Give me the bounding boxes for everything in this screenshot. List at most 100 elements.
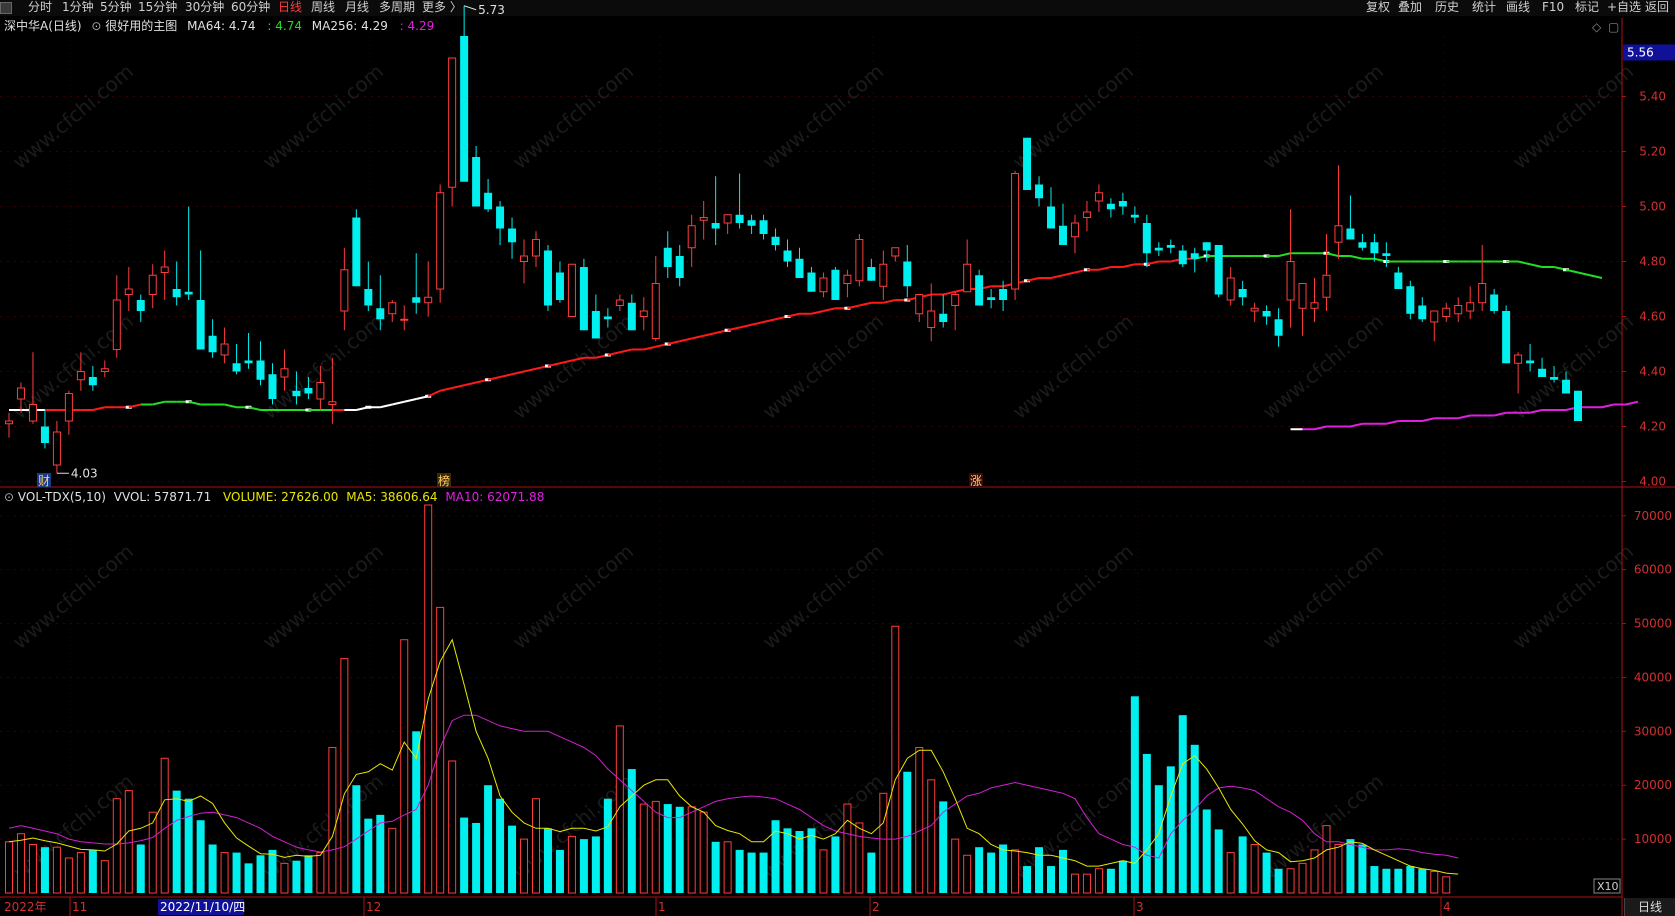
- candle-body-down: [543, 250, 552, 306]
- candle-body-down: [1382, 253, 1391, 256]
- volume-bar-down: [747, 852, 756, 893]
- ma64-segment: [1122, 263, 1136, 268]
- candle-body-down: [364, 289, 373, 306]
- candle-body-down: [1202, 242, 1211, 251]
- candle-body-up: [963, 263, 972, 293]
- bottom-period-tab[interactable]: 日线: [1624, 898, 1675, 916]
- candle-body-down: [1166, 245, 1175, 248]
- candle-body-down: [1238, 289, 1247, 298]
- volume-bar-down: [759, 852, 768, 893]
- stock-name[interactable]: 深中华A(日线): [4, 19, 82, 33]
- volume-bar-down: [831, 836, 840, 893]
- candle-body-up: [843, 274, 852, 284]
- volume-bar-up: [100, 860, 109, 894]
- diamond-icon: ◇: [1592, 20, 1602, 34]
- ma64-segment: [380, 403, 393, 409]
- event-marker: 榜: [438, 473, 450, 488]
- candle-body-up: [340, 269, 349, 312]
- volume-bar-down: [1190, 744, 1199, 893]
- ma64-segment: [1050, 274, 1064, 279]
- volume-bar-down: [807, 828, 816, 893]
- volume-bar-down: [1274, 868, 1283, 893]
- volume-bar-down: [795, 831, 804, 893]
- volume-bar-down: [40, 847, 49, 893]
- volume-bar-down: [711, 841, 720, 893]
- volume-bar-up: [615, 725, 624, 894]
- price-tick-label: 5.40: [1639, 90, 1666, 104]
- candle-body-up: [951, 294, 960, 306]
- volume-bar-up: [699, 811, 708, 894]
- volume-bar-up: [567, 835, 576, 894]
- candle-body-down: [1538, 368, 1547, 377]
- candle-body-up: [148, 274, 157, 295]
- vol-dropdown-icon[interactable]: ⊙: [4, 490, 14, 504]
- volume-bar-down: [508, 825, 517, 893]
- volume-bar-down: [472, 822, 481, 893]
- event-marker: 财: [38, 474, 50, 488]
- candle-body-up: [1442, 307, 1451, 317]
- ma64-segment: [427, 389, 441, 398]
- ma64-segment: [499, 373, 513, 378]
- volume-bar-up: [340, 658, 349, 894]
- candle-body-down: [999, 289, 1008, 300]
- candle-body-up: [891, 247, 900, 257]
- candle-body-up: [1430, 310, 1439, 323]
- volume-bar-down: [1214, 829, 1223, 893]
- candle-body-up: [100, 368, 109, 372]
- candle-body-up: [220, 343, 229, 356]
- volume-bar-down: [1382, 868, 1391, 893]
- candle-body-down: [304, 388, 313, 394]
- candle-body-down: [555, 272, 564, 300]
- ma64-segment: [1589, 274, 1603, 279]
- ma64-segment: [451, 384, 465, 389]
- kline-chart[interactable]: www.cfchi.com www.cfchi.com www.cfchi.com w…: [0, 0, 1675, 916]
- candle-body-down: [268, 374, 277, 399]
- high-marker-line: [463, 5, 477, 11]
- candle-body-up: [819, 277, 828, 293]
- volume-bar-down: [376, 814, 385, 893]
- indicator-dropdown-icon[interactable]: ⊙: [91, 19, 101, 33]
- volume-bar-down: [543, 828, 552, 893]
- volume-tick-label: 60000: [1634, 563, 1672, 577]
- candle-body-down: [1418, 305, 1427, 320]
- volume-bar-down: [304, 855, 313, 893]
- volume-bar-down: [256, 855, 265, 893]
- candle-body-down: [771, 236, 780, 245]
- volume-bar-down: [232, 852, 241, 893]
- ma64-segment: [392, 400, 405, 406]
- candle-body-up: [855, 239, 864, 282]
- candle-body-down: [292, 390, 301, 397]
- candle-body-down: [1214, 245, 1223, 295]
- volume-bar-up: [1011, 849, 1020, 894]
- candle-body-up: [316, 382, 325, 400]
- candle-body-down: [663, 247, 672, 267]
- volume-bar-up: [1070, 873, 1079, 894]
- ma256-segment: [1625, 400, 1639, 406]
- volume-bar-down: [172, 790, 181, 893]
- volume-bar-up: [76, 852, 85, 894]
- candle-body-up: [531, 239, 540, 257]
- candle-body-down: [1574, 390, 1582, 421]
- candle-body-up: [927, 310, 936, 328]
- volume-bar-down: [496, 798, 505, 893]
- year-label: 2022年: [4, 900, 47, 914]
- candle-body-down: [591, 311, 600, 339]
- ma64-segment: [619, 348, 633, 354]
- ma64-segment: [1565, 268, 1579, 274]
- candle-body-up: [723, 214, 732, 224]
- candle-body-up: [1250, 307, 1259, 312]
- price-tick-label: 4.00: [1639, 475, 1666, 489]
- candle-body-down: [1526, 360, 1535, 364]
- ma64-segment: [787, 312, 800, 318]
- current-price-tag: 5.56: [1627, 46, 1654, 60]
- ma256-segment: [1601, 403, 1615, 409]
- vol-indicator-name[interactable]: VOL-TDX(5,10): [18, 490, 106, 504]
- watermark-text: www.cfchi.com: [758, 539, 888, 654]
- cursor-date-label: 2022/11/10/四: [160, 900, 245, 914]
- indicator-name[interactable]: 很好用的主图: [105, 19, 177, 33]
- watermark-text: www.cfchi.com: [1258, 539, 1388, 654]
- candle-body-up: [1322, 274, 1331, 298]
- watermark-text: www.cfchi.com: [1508, 309, 1638, 424]
- volume-bar-down: [903, 771, 912, 893]
- month-label: 3: [1136, 900, 1144, 914]
